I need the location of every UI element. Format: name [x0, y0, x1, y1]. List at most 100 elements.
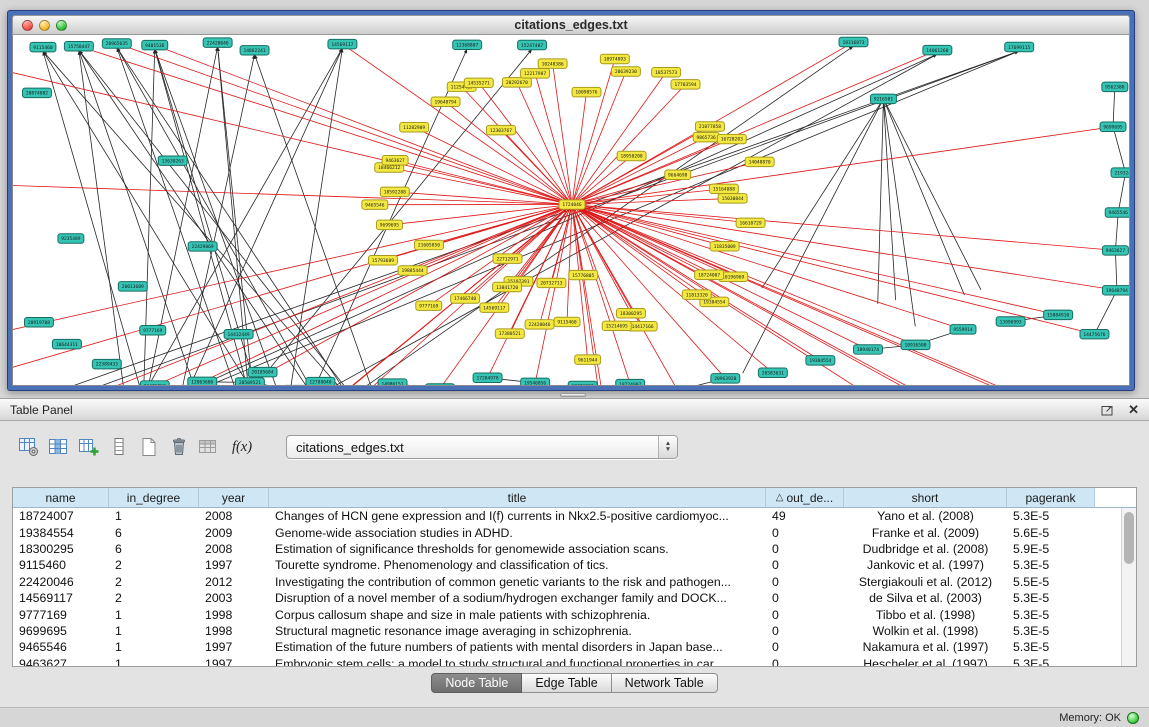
scrollbar-thumb[interactable]	[1124, 512, 1134, 564]
graph-node[interactable]: 20732713	[537, 278, 566, 287]
graph-node[interactable]: 22389433	[92, 359, 121, 368]
import-table-icon[interactable]	[194, 433, 224, 461]
table-row[interactable]: 969969511998Structural magnetic resonanc…	[13, 623, 1136, 639]
graph-node[interactable]: 18950208	[617, 151, 646, 160]
graph-node[interactable]: 9664698	[665, 170, 691, 179]
graph-node[interactable]: 10248386	[538, 59, 567, 68]
graph-node[interactable]: 21877858	[695, 122, 724, 131]
graph-node[interactable]: 12063606	[188, 377, 217, 385]
graph-node[interactable]: 22420046	[203, 38, 232, 47]
graph-node[interactable]: 9463627	[382, 156, 408, 165]
table-row[interactable]: 1456911722003Disruption of a novel membe…	[13, 590, 1136, 606]
graph-node[interactable]: 9611944	[575, 355, 601, 364]
new-table-icon[interactable]	[134, 433, 164, 461]
graph-node[interactable]: 21932497	[1111, 168, 1129, 177]
function-builder-icon[interactable]: f(x)	[224, 433, 260, 461]
graph-node[interactable]: 12788040	[306, 377, 335, 385]
graph-node[interactable]: 22429069	[188, 242, 217, 251]
graph-node[interactable]: 16728203	[717, 134, 746, 143]
graph-node[interactable]: 17699115	[1005, 42, 1034, 51]
graph-node[interactable]: 19648794	[1102, 286, 1129, 295]
graph-node[interactable]: 11282909	[400, 123, 429, 132]
graph-node[interactable]: 17466740	[451, 294, 480, 303]
graph-node[interactable]: 15758447	[64, 41, 93, 50]
graph-node[interactable]: 13996993	[996, 317, 1025, 326]
graph-node[interactable]: 15164088	[709, 184, 738, 193]
new-column-icon[interactable]	[74, 433, 104, 461]
table-row[interactable]: 1938455462009Genome-wide association stu…	[13, 524, 1136, 540]
graph-node[interactable]: 10974893	[600, 54, 629, 63]
graph-node[interactable]: 14417166	[628, 321, 657, 330]
graph-node[interactable]: 14535271	[464, 78, 493, 87]
graph-node[interactable]: 17380521	[495, 329, 524, 338]
graph-node[interactable]: 19885444	[398, 266, 427, 275]
network-window-titlebar[interactable]: citations_edges.txt	[12, 15, 1130, 35]
table-row[interactable]: 946362711997Embryonic stem cells: a mode…	[13, 656, 1136, 667]
table-row[interactable]: 1872400712008Changes of HCN gene express…	[13, 508, 1136, 524]
graph-node[interactable]: 14475676	[1080, 329, 1109, 338]
graph-node[interactable]: 15214695	[602, 321, 631, 330]
graph-node[interactable]: 18724007	[616, 379, 645, 385]
graph-node[interactable]: 9115460	[30, 42, 56, 51]
close-window-button[interactable]	[22, 20, 33, 31]
panel-splitter[interactable]	[0, 391, 1149, 398]
table-select-dropdown[interactable]: citations_edges.txt ▲ ▼	[286, 435, 678, 459]
graph-node[interactable]: 12303767	[487, 125, 516, 134]
table-row[interactable]: 2242004622012Investigating the contribut…	[13, 574, 1136, 590]
graph-node[interactable]: 10391209	[568, 381, 597, 385]
float-panel-icon[interactable]	[1101, 404, 1114, 416]
graph-node[interactable]: 9562388	[1102, 82, 1128, 91]
column-header-out-degree[interactable]: △ out_de...	[766, 488, 844, 507]
table-mode-icon[interactable]	[14, 433, 44, 461]
graph-node[interactable]: 15247487	[518, 40, 547, 49]
graph-node[interactable]: 20185684	[248, 367, 277, 376]
graph-node[interactable]: 10936500	[901, 340, 930, 349]
graph-node[interactable]: 18592288	[380, 187, 409, 196]
graph-node[interactable]: 9699695	[1100, 122, 1126, 131]
graph-node[interactable]: 12859765	[426, 384, 455, 385]
column-header-title[interactable]: title	[269, 488, 766, 507]
column-header-year[interactable]: year	[199, 488, 269, 507]
graph-node[interactable]: 22712971	[493, 254, 522, 263]
graph-node[interactable]: 14061260	[923, 45, 952, 54]
graph-node[interactable]: 20639230	[611, 67, 640, 76]
graph-node[interactable]: 19648794	[431, 97, 460, 106]
graph-node[interactable]: 9401536	[142, 40, 168, 49]
graph-node[interactable]: 14569117	[328, 39, 357, 48]
graph-node[interactable]: 15776805	[569, 270, 598, 279]
graph-node[interactable]: 14048870	[745, 157, 774, 166]
graph-node[interactable]: 22420046	[525, 320, 554, 329]
new-row-icon[interactable]	[104, 433, 134, 461]
graph-node[interactable]: 9235489	[58, 234, 84, 243]
graph-node[interactable]: 20919708	[24, 317, 53, 326]
graph-node[interactable]: 18316873	[839, 37, 868, 46]
delete-table-icon[interactable]	[164, 433, 194, 461]
graph-node[interactable]: 9216581	[870, 94, 896, 103]
graph-node[interactable]: 14432449	[224, 329, 253, 338]
graph-node[interactable]: 15030844	[718, 194, 747, 203]
table-row[interactable]: 946554611997Estimation of the future num…	[13, 639, 1136, 655]
graph-node[interactable]: 14569117	[480, 303, 509, 312]
graph-node[interactable]: 21471059	[140, 381, 169, 385]
graph-node[interactable]: 11835009	[710, 242, 739, 251]
graph-node[interactable]: 10090576	[572, 87, 601, 96]
show-columns-icon[interactable]	[44, 433, 74, 461]
table-row[interactable]: 977716911998Corpus callosum shape and si…	[13, 606, 1136, 622]
tab-network-table[interactable]: Network Table	[612, 673, 718, 693]
column-header-short[interactable]: short	[844, 488, 1007, 507]
graph-node[interactable]: 14862241	[240, 46, 269, 55]
graph-node[interactable]: 10644311	[52, 339, 81, 348]
graph-node[interactable]: 20292670	[502, 78, 531, 87]
column-header-in-degree[interactable]: in_degree	[109, 488, 199, 507]
graph-node[interactable]: 13841720	[493, 282, 522, 291]
column-header-pagerank[interactable]: pagerank	[1007, 488, 1095, 507]
graph-node[interactable]: 15793609	[368, 255, 397, 264]
column-header-name[interactable]: name	[13, 488, 109, 507]
minimize-window-button[interactable]	[39, 20, 50, 31]
graph-node[interactable]: 18724007	[695, 270, 724, 279]
graph-node[interactable]: 19546856	[521, 378, 550, 385]
network-canvas[interactable]: 1503084416610729118350091019696918724007…	[12, 35, 1130, 386]
graph-node[interactable]: 9865736	[693, 132, 719, 141]
graph-node[interactable]: 20874882	[22, 88, 51, 97]
graph-node[interactable]: 9115460	[554, 317, 580, 326]
